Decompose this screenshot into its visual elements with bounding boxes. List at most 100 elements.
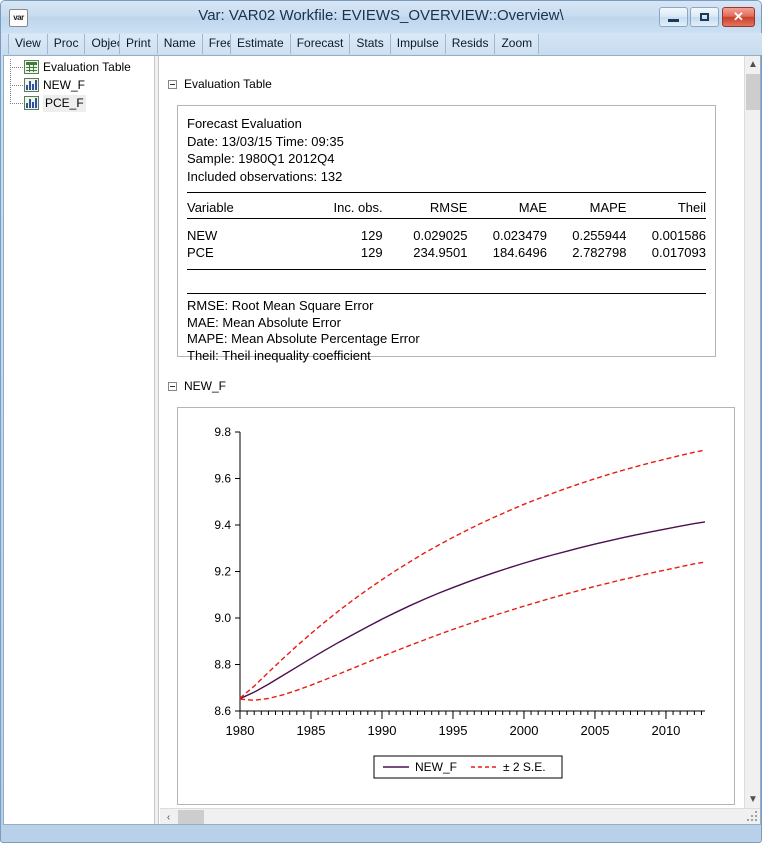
y-tick-label: 8.8 [214,658,231,672]
section-header-new-f[interactable]: NEW_F [168,378,226,394]
tree-connector-dash [10,103,23,105]
evaluation-footnotes: RMSE: Root Mean Square ErrorMAE: Mean Ab… [187,298,420,364]
grip-dot [751,819,753,821]
evaluation-footnote: MAE: Mean Absolute Error [187,315,420,332]
tree-item-pce-f[interactable]: PCE_F [10,95,150,112]
window-title: Var: VAR02 Workfile: EVIEWS_OVERVIEW::Ov… [1,7,761,24]
x-tick-label: 2005 [581,723,610,738]
object-tree-pane: Evaluation TableNEW_FPCE_F [4,56,154,824]
toolbar-button-zoom[interactable]: Zoom [494,34,539,54]
toolbar-button-proc[interactable]: Proc [47,34,86,54]
collapse-icon[interactable] [168,382,177,391]
evaluation-table-panel: Forecast Evaluation Date: 13/03/15 Time:… [177,105,716,357]
tree-item-label: Evaluation Table [43,59,131,76]
title-bar: var Var: VAR02 Workfile: EVIEWS_OVERVIEW… [1,1,761,33]
table-cell-inc_obs: 129 [303,244,383,261]
x-tick-label: 2000 [510,723,539,738]
tree-item-label: PCE_F [43,95,86,112]
toolbar-button-view[interactable]: View [8,34,48,54]
series-line-new-f [240,522,705,699]
new-f-chart-panel: 8.68.89.09.29.49.69.81980198519901995200… [177,407,735,805]
grip-dot [755,811,757,813]
toolbar-button-stats[interactable]: Stats [349,34,390,54]
main-content: Evaluation TableNEW_FPCE_F Evaluation Ta… [3,55,761,825]
table-row: NEW1290.0290250.0234790.2559440.001586 [187,227,706,244]
bar-chart-icon [24,96,39,110]
eviews-window: var Var: VAR02 Workfile: EVIEWS_OVERVIEW… [0,0,762,843]
table-rule-bottom [187,269,706,270]
close-button[interactable]: ✕ [722,7,755,27]
tree-connector-dash [10,67,23,69]
bar-chart-icon [24,78,39,92]
close-icon: ✕ [723,8,754,26]
table-cell-theil: 0.017093 [626,244,706,261]
pane-splitter[interactable] [154,56,159,824]
minimize-button[interactable] [659,7,688,27]
scroll-left-arrow-icon[interactable]: ‹ [160,809,177,824]
table-cell-rmse: 234.9501 [383,244,468,261]
toolbar-button-impulse[interactable]: Impulse [390,34,446,54]
restore-icon [691,8,718,26]
object-tree: Evaluation TableNEW_FPCE_F [10,59,150,113]
tree-item-new-f[interactable]: NEW_F [10,77,150,94]
table-row: PCE129234.9501184.64962.7827980.017093 [187,244,706,261]
table-body: NEW1290.0290250.0234790.2559440.001586PC… [187,218,706,261]
grip-dot [747,819,749,821]
toolbar-button-forecast[interactable]: Forecast [290,34,351,54]
legend-label-1: ± 2 S.E. [503,760,546,774]
y-tick-label: 9.8 [214,425,231,439]
section-title: Evaluation Table [184,77,272,91]
table-column-header: Inc. obs. [303,197,383,218]
grip-dot [751,815,753,817]
grip-dot [755,815,757,817]
table-column-header: MAE [467,197,547,218]
x-tick-label: 1980 [226,723,255,738]
y-tick-label: 9.2 [214,565,231,579]
horizontal-scrollbar[interactable]: ‹ › [160,808,760,824]
evaluation-observations: Included observations: 132 [187,168,344,186]
resize-grip[interactable] [745,809,759,823]
horizontal-scrollbar-thumb[interactable] [178,810,204,824]
table-cell-theil: 0.001586 [626,227,706,244]
table-cell-mae: 184.6496 [467,244,547,261]
scroll-down-arrow-icon[interactable]: ▼ [745,791,760,808]
evaluation-header-block: Forecast Evaluation Date: 13/03/15 Time:… [187,115,344,185]
x-tick-label: 1985 [297,723,326,738]
tree-item-label: NEW_F [43,77,85,94]
tree-connector-dash [10,85,23,87]
table-icon [24,60,39,74]
x-tick-label: 1995 [439,723,468,738]
toolbar: ViewProcObject PrintNameFreeze EstimateF… [2,33,762,55]
toolbar-button-name[interactable]: Name [157,34,203,54]
toolbar-button-resids[interactable]: Resids [445,34,496,54]
table-column-header: Theil [626,197,706,218]
tree-item-evaluation-table[interactable]: Evaluation Table [10,59,150,76]
toolbar-button-print[interactable]: Print [119,34,158,54]
section-header-evaluation-table[interactable]: Evaluation Table [168,76,272,92]
evaluation-sample: Sample: 1980Q1 2012Q4 [187,150,344,168]
vertical-scrollbar[interactable]: ▲ ▼ [744,56,760,808]
restore-button[interactable] [690,7,719,27]
table-cell-mae: 0.023479 [467,227,547,244]
collapse-icon[interactable] [168,80,177,89]
legend-label-0: NEW_F [415,760,457,774]
y-tick-label: 9.6 [214,472,231,486]
evaluation-heading: Forecast Evaluation [187,115,344,133]
table-cell-rmse: 0.029025 [383,227,468,244]
table-cell-mape: 2.782798 [547,244,627,261]
forecast-chart: 8.68.89.09.29.49.69.81980198519901995200… [178,408,734,804]
evaluation-footnote: RMSE: Root Mean Square Error [187,298,420,315]
table-cell-inc_obs: 129 [303,227,383,244]
table-cell-variable: NEW [187,227,303,244]
toolbar-group-estimate: EstimateForecastStatsImpulseResidsZoom [230,34,538,54]
toolbar-button-estimate[interactable]: Estimate [230,34,291,54]
y-tick-label: 9.4 [214,518,231,532]
vertical-scrollbar-thumb[interactable] [746,74,760,110]
scroll-up-arrow-icon[interactable]: ▲ [745,56,760,73]
section-title: NEW_F [184,379,226,393]
minimize-icon [660,8,687,26]
series-line--2-s-e-lower [240,562,705,700]
x-tick-label: 2010 [651,723,680,738]
evaluation-footnote: MAPE: Mean Absolute Percentage Error [187,331,420,348]
document-pane: Evaluation Table Forecast Evaluation Dat… [160,56,760,824]
